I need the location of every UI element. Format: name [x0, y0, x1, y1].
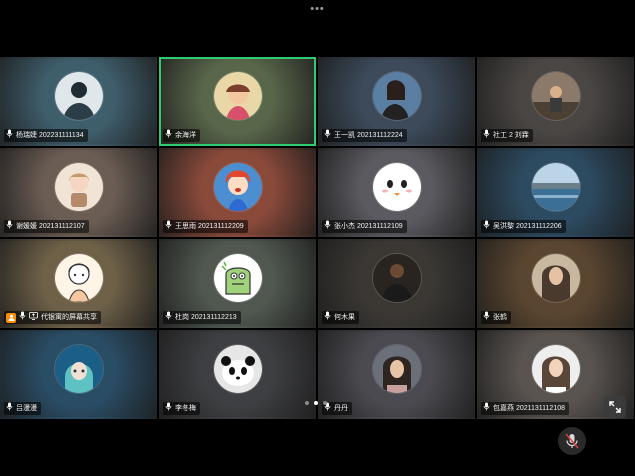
page-dot[interactable] [314, 401, 318, 405]
participant-tile[interactable]: 吴洪黎 202131112206 [477, 148, 634, 237]
host-user-icon [6, 312, 16, 323]
muted-mic-icon [6, 402, 13, 415]
participant-tile[interactable]: 王思雨 202131112209 [159, 148, 316, 237]
woman-portrait-icon [531, 254, 580, 303]
participant-label: 何木果 [322, 311, 359, 324]
participant-name: 张小杰 202131112109 [334, 222, 403, 230]
cartoon-girl-icon [213, 72, 262, 121]
girl-photo-icon [372, 345, 421, 394]
mute-button[interactable] [558, 427, 586, 455]
participant-name: 李冬梅 [175, 404, 196, 412]
participant-label: 吴洪黎 202131112206 [481, 220, 566, 233]
muted-mic-icon [565, 433, 579, 449]
participant-tile[interactable]: 余海洋 [159, 57, 316, 146]
participant-name: 吴洪黎 202131112206 [493, 222, 562, 230]
muted-mic-icon [19, 311, 26, 324]
street-photo-icon [531, 72, 580, 121]
participant-name: 杜岗 202131112213 [175, 313, 237, 321]
teal-anime-icon [54, 345, 103, 394]
participant-tile[interactable]: 杜岗 202131112213 [159, 239, 316, 328]
muted-mic-icon [6, 129, 13, 142]
participant-tile[interactable]: 王一凯 202131112224 [318, 57, 475, 146]
doll-icon [54, 163, 103, 212]
page-dot[interactable] [323, 401, 327, 405]
participant-name: 杨瑞婕 202231111134 [16, 131, 84, 139]
muted-mic-icon [165, 311, 172, 324]
muted-mic-icon [165, 129, 172, 142]
participant-tile[interactable]: 张鹤 [477, 239, 634, 328]
expand-icon [609, 401, 621, 413]
screen-share-icon [29, 311, 38, 324]
top-drag-handle[interactable]: ••• [310, 3, 325, 15]
participant-label: 代银寓的屏幕共享 [4, 311, 101, 324]
participant-tile[interactable]: 谢媛媛 202131112107 [0, 148, 157, 237]
participant-label: 余海洋 [163, 129, 200, 142]
landscape-icon [531, 163, 580, 212]
participant-tile[interactable]: 杨瑞婕 202231111134 [0, 57, 157, 146]
participant-label: 王一凯 202131112224 [322, 129, 407, 142]
page-indicator[interactable] [305, 401, 327, 405]
participant-label: 包嘉燕 2021131112108 [481, 402, 569, 415]
muted-mic-icon [6, 220, 13, 233]
muted-mic-icon [324, 220, 331, 233]
participant-name: 王思雨 202131112209 [175, 222, 244, 230]
participant-tile[interactable]: 丹丹 [318, 330, 475, 419]
participant-label: 杨瑞婕 202231111134 [4, 129, 88, 142]
participant-name: 吕漫漫 [16, 404, 37, 412]
participant-tile[interactable]: 张小杰 202131112109 [318, 148, 475, 237]
participant-grid: 杨瑞婕 202231111134 余海洋 王一凯 202131112224 社工 2 … [0, 57, 635, 419]
participant-label: 王思雨 202131112209 [163, 220, 248, 233]
participant-tile[interactable]: 何木果 [318, 239, 475, 328]
light-portrait-icon [531, 345, 580, 394]
sketch-girl-icon [54, 254, 103, 303]
participant-tile[interactable]: 代银寓的屏幕共享 [0, 239, 157, 328]
participant-name: 余海洋 [175, 131, 196, 139]
participant-name: 谢媛媛 202131112107 [16, 222, 85, 230]
participant-tile[interactable]: 吕漫漫 [0, 330, 157, 419]
participant-name: 代银寓的屏幕共享 [41, 313, 97, 321]
muted-mic-icon [324, 129, 331, 142]
bw-person-icon [54, 72, 103, 121]
participant-label: 李冬梅 [163, 402, 200, 415]
green-creature-icon [213, 254, 262, 303]
panda-icon [213, 345, 262, 394]
red-hair-cartoon-icon [213, 163, 262, 212]
participant-label: 张鹤 [481, 311, 511, 324]
page-dot[interactable] [305, 401, 309, 405]
muted-mic-icon [165, 220, 172, 233]
muted-mic-icon [483, 311, 490, 324]
participant-label: 吕漫漫 [4, 402, 41, 415]
participant-name: 丹丹 [334, 404, 348, 412]
participant-name: 何木果 [334, 313, 355, 321]
ghost-face-icon [372, 163, 421, 212]
participant-name: 社工 2 刘霖 [493, 131, 529, 139]
muted-mic-icon [483, 129, 490, 142]
participant-name: 张鹤 [493, 313, 507, 321]
muted-mic-icon [483, 402, 490, 415]
muted-mic-icon [165, 402, 172, 415]
muted-mic-icon [324, 311, 331, 324]
participant-label: 谢媛媛 202131112107 [4, 220, 89, 233]
participant-label: 杜岗 202131112213 [163, 311, 241, 324]
participant-name: 包嘉燕 2021131112108 [493, 404, 565, 412]
participant-tile[interactable]: 李冬梅 [159, 330, 316, 419]
participant-name: 王一凯 202131112224 [334, 131, 403, 139]
portrait-icon [372, 72, 421, 121]
dark-person-icon [372, 254, 421, 303]
muted-mic-icon [483, 220, 490, 233]
participant-tile[interactable]: 社工 2 刘霖 [477, 57, 634, 146]
fullscreen-button[interactable] [604, 396, 626, 418]
participant-label: 张小杰 202131112109 [322, 220, 407, 233]
participant-label: 社工 2 刘霖 [481, 129, 533, 142]
